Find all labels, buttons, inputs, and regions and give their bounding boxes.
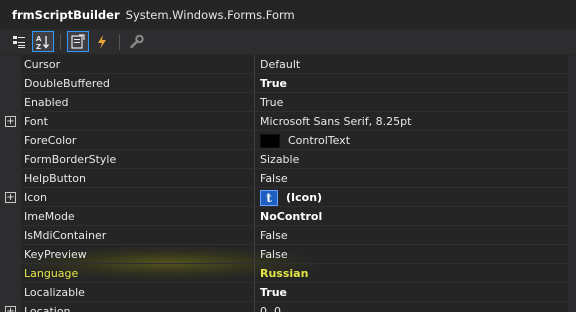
property-value-wrap[interactable]: ControlText: [260, 131, 350, 150]
property-value[interactable]: Russian: [260, 264, 308, 283]
property-row-icon[interactable]: + Icon t (Icon): [0, 188, 576, 207]
property-row-doublebuffered[interactable]: DoubleBuffered True: [0, 74, 576, 93]
toolbar-separator: [60, 33, 61, 50]
property-row-keypreview[interactable]: KeyPreview False: [0, 245, 576, 264]
properties-toolbar: A Z: [0, 29, 576, 54]
property-name: Cursor: [24, 58, 61, 71]
property-name: DoubleBuffered: [24, 77, 110, 90]
column-divider: [254, 207, 255, 226]
property-value[interactable]: False: [260, 226, 288, 245]
column-divider: [254, 188, 255, 207]
column-divider: [254, 55, 255, 74]
property-name: Language: [24, 267, 79, 280]
properties-button[interactable]: [67, 31, 89, 52]
column-divider: [254, 112, 255, 131]
property-name: Location: [24, 305, 71, 312]
alphabetical-sort-icon: A Z: [36, 35, 50, 50]
events-button[interactable]: [91, 31, 113, 52]
column-divider: [254, 264, 255, 283]
property-row-location[interactable]: + Location 0, 0: [0, 302, 576, 312]
property-pages-button[interactable]: [126, 31, 148, 52]
column-divider: [254, 226, 255, 245]
property-name: Enabled: [24, 96, 69, 109]
column-divider: [254, 131, 255, 150]
property-name: KeyPreview: [24, 248, 87, 261]
property-row-ismdicontainer[interactable]: IsMdiContainer False: [0, 226, 576, 245]
vertical-scrollbar[interactable]: [568, 55, 576, 312]
property-grid: Cursor Default DoubleBuffered True Enabl…: [0, 55, 576, 312]
expand-icon[interactable]: +: [5, 192, 16, 203]
property-value[interactable]: True: [260, 93, 283, 112]
property-value[interactable]: Sizable: [260, 150, 299, 169]
property-name: HelpButton: [24, 172, 86, 185]
form-icon-preview: t: [260, 189, 278, 206]
column-divider: [254, 150, 255, 169]
properties-icon: [71, 33, 85, 49]
property-name: ImeMode: [24, 210, 75, 223]
property-row-font[interactable]: + Font Microsoft Sans Serif, 8.25pt: [0, 112, 576, 131]
object-type[interactable]: System.Windows.Forms.Form: [126, 8, 295, 22]
svg-text:Z: Z: [36, 43, 41, 50]
property-value[interactable]: False: [260, 245, 288, 264]
column-divider: [254, 169, 255, 188]
property-row-formborderstyle[interactable]: FormBorderStyle Sizable: [0, 150, 576, 169]
property-name: Font: [24, 115, 48, 128]
lightning-icon: [98, 34, 106, 49]
toolbar-separator-2: [119, 33, 120, 50]
property-row-imemode[interactable]: ImeMode NoControl: [0, 207, 576, 226]
property-value[interactable]: Microsoft Sans Serif, 8.25pt: [260, 112, 411, 131]
column-divider: [254, 74, 255, 93]
property-row-forecolor[interactable]: ForeColor ControlText: [0, 131, 576, 150]
wrench-icon: [130, 34, 144, 48]
property-value[interactable]: 0, 0: [260, 302, 281, 312]
property-value: (Icon): [286, 191, 323, 204]
property-row-helpbutton[interactable]: HelpButton False: [0, 169, 576, 188]
object-name: frmScriptBuilder: [12, 7, 120, 22]
column-divider: [254, 283, 255, 302]
property-value[interactable]: True: [260, 74, 287, 93]
categorized-icon: [13, 35, 25, 48]
property-value[interactable]: NoControl: [260, 207, 322, 226]
property-row-localizable[interactable]: Localizable True: [0, 283, 576, 302]
property-value: ControlText: [288, 134, 351, 147]
property-name: IsMdiContainer: [24, 229, 107, 242]
color-swatch: [260, 133, 280, 148]
property-name: Icon: [24, 191, 47, 204]
property-value[interactable]: True: [260, 283, 287, 302]
property-value-wrap[interactable]: t (Icon): [260, 188, 322, 207]
alphabetical-button[interactable]: A Z: [32, 31, 54, 52]
property-name: ForeColor: [24, 134, 77, 147]
property-name: Localizable: [24, 286, 85, 299]
property-name: FormBorderStyle: [24, 153, 117, 166]
properties-header: frmScriptBuilder System.Windows.Forms.Fo…: [0, 0, 576, 29]
property-value[interactable]: Default: [260, 55, 300, 74]
svg-text:A: A: [36, 35, 42, 43]
property-row-cursor[interactable]: Cursor Default: [0, 55, 576, 74]
expand-icon[interactable]: +: [5, 116, 16, 127]
categorized-button[interactable]: [8, 31, 30, 52]
column-divider: [254, 302, 255, 312]
column-divider: [254, 245, 255, 264]
property-value[interactable]: False: [260, 169, 288, 188]
column-divider: [254, 93, 255, 112]
property-row-enabled[interactable]: Enabled True: [0, 93, 576, 112]
expand-icon[interactable]: +: [5, 306, 16, 312]
property-row-language[interactable]: Language Russian: [0, 264, 576, 283]
